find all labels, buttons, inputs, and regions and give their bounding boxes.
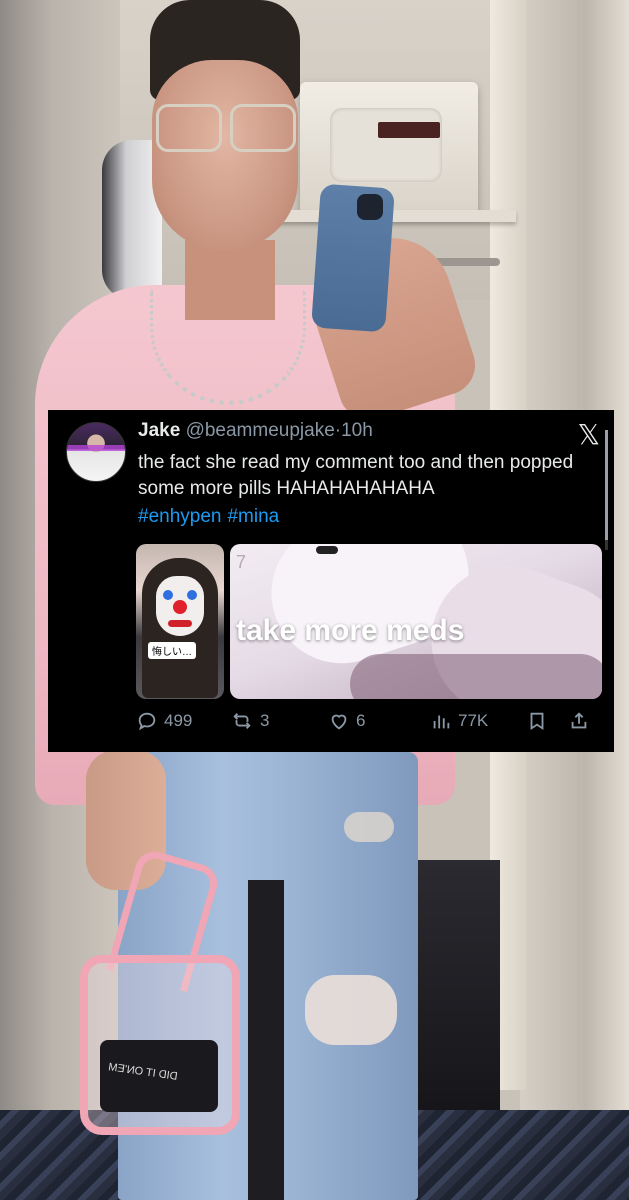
jeans-gap xyxy=(248,880,284,1200)
repost-button[interactable]: 3 xyxy=(230,710,269,732)
media-corner-text: 7 xyxy=(236,552,247,572)
bookmark-icon xyxy=(530,712,544,731)
views-count: 77K xyxy=(458,711,489,730)
reply-icon xyxy=(138,712,156,731)
jeans-rip xyxy=(344,812,394,842)
reply-count: 499 xyxy=(164,711,193,730)
glasses xyxy=(156,104,296,152)
avatar[interactable] xyxy=(66,422,126,482)
tweet-card[interactable]: Jake @beammeupjake·10h 𝕏 the fact she re… xyxy=(48,410,614,752)
hashtag-link[interactable]: #mina xyxy=(227,506,279,527)
hashtags: #enhypen #mina xyxy=(138,506,285,528)
bag-inner-pouch: DID IT ON'EM xyxy=(100,1040,218,1112)
repost-icon xyxy=(233,713,251,729)
timestamp[interactable]: 10h xyxy=(341,420,373,441)
clown-nose xyxy=(173,600,187,614)
tweet-text: the fact she read my comment too and the… xyxy=(138,452,574,499)
action-bar: 499 3 6 77K xyxy=(136,710,606,740)
tweet-header: Jake @beammeupjake·10h xyxy=(138,420,373,442)
safe-display xyxy=(378,122,440,138)
share-icon xyxy=(571,712,587,729)
bag-text: DID IT ON'EM xyxy=(107,1061,179,1083)
bookmark-button[interactable] xyxy=(526,710,548,732)
views-icon xyxy=(433,715,450,729)
scrollbar-thumb[interactable] xyxy=(605,430,608,540)
clown-eye xyxy=(187,590,197,600)
media-overlay-text: 悔しい… xyxy=(148,642,196,659)
share-button[interactable] xyxy=(568,710,590,732)
repost-count: 3 xyxy=(260,711,270,730)
media-image-meds[interactable]: 7 take more meds xyxy=(230,544,602,699)
hashtag-link[interactable]: #enhypen xyxy=(138,506,221,527)
media-caption: take more meds xyxy=(236,614,465,647)
reply-button[interactable]: 499 xyxy=(136,710,192,732)
like-button[interactable]: 6 xyxy=(328,710,365,732)
heart-icon xyxy=(331,714,347,730)
jeans-rip xyxy=(305,975,397,1045)
closet-shelf xyxy=(276,210,516,222)
safe-keypad xyxy=(330,108,442,182)
handle[interactable]: @beammeupjake xyxy=(186,420,335,441)
media-dot xyxy=(316,546,338,554)
views-button[interactable]: 77K xyxy=(430,710,488,732)
face xyxy=(152,60,298,250)
x-logo-icon: 𝕏 xyxy=(577,418,600,451)
clown-eye xyxy=(163,590,173,600)
media-shadow xyxy=(350,654,602,699)
like-count: 6 xyxy=(356,711,366,730)
avatar-stripe xyxy=(67,445,125,451)
clown-mouth xyxy=(168,620,192,627)
media-image-clown[interactable]: 悔しい… xyxy=(136,544,224,699)
phone-camera xyxy=(357,194,383,220)
display-name[interactable]: Jake xyxy=(138,420,180,441)
